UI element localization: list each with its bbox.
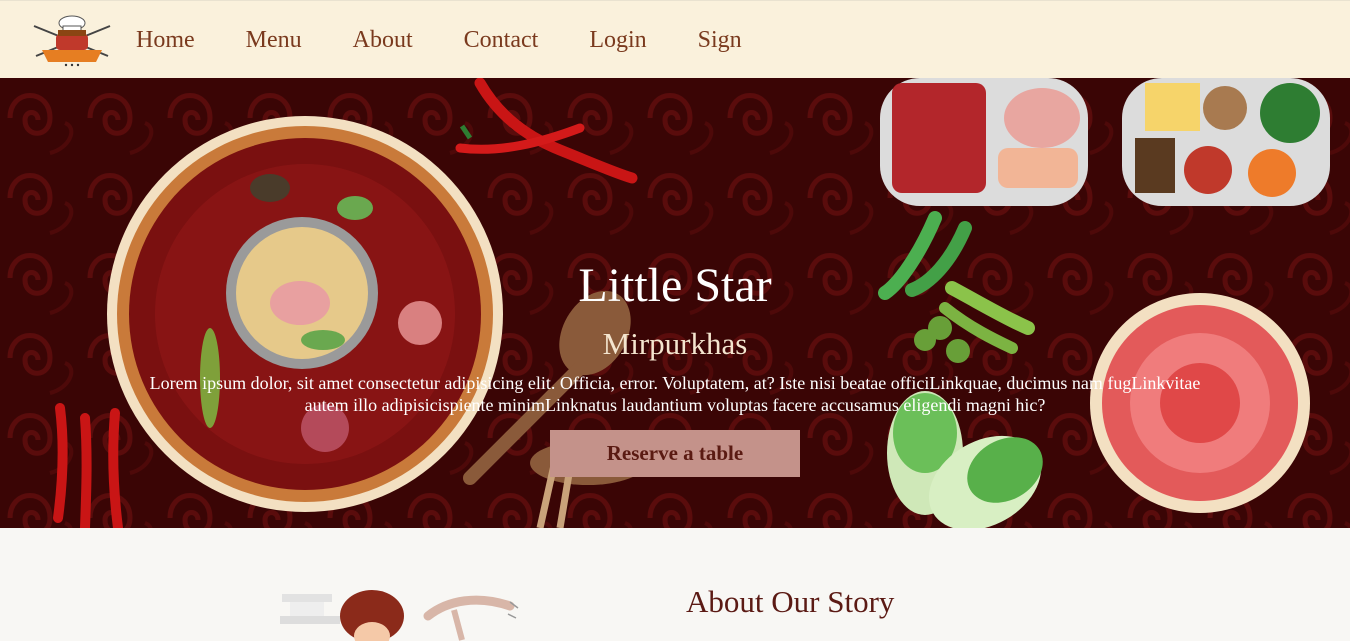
chef-logo-icon[interactable]: [30, 14, 114, 68]
nav-links: Home Menu About Contact Login Sign: [136, 1, 793, 79]
reserve-table-button[interactable]: Reserve a table: [550, 430, 800, 477]
nav-link-login[interactable]: Login: [589, 27, 646, 54]
hero-subtitle: Mirpurkhas: [602, 326, 748, 361]
vegetable-plate-icon: [1122, 78, 1330, 206]
nav-link-sign[interactable]: Sign: [698, 27, 742, 54]
nav-link-menu[interactable]: Menu: [246, 27, 302, 54]
nav-link-home[interactable]: Home: [136, 27, 195, 54]
top-navbar: Home Menu About Contact Login Sign: [0, 0, 1350, 78]
meat-plate-icon: [880, 78, 1088, 206]
hero-title: Little Star: [578, 259, 772, 312]
hotpot-bowl-icon: [107, 116, 503, 512]
about-section: About Our Story: [0, 528, 1350, 641]
chef-illustration-icon: [280, 590, 519, 641]
hero-banner: Little Star Mirpurkhas Lorem ipsum dolor…: [0, 78, 1350, 528]
nav-link-about[interactable]: About: [353, 27, 413, 54]
nav-link-contact[interactable]: Contact: [464, 27, 539, 54]
hero-description: Lorem ipsum dolor, sit amet consectetur …: [149, 373, 1201, 415]
about-title: About Our Story: [686, 584, 895, 619]
